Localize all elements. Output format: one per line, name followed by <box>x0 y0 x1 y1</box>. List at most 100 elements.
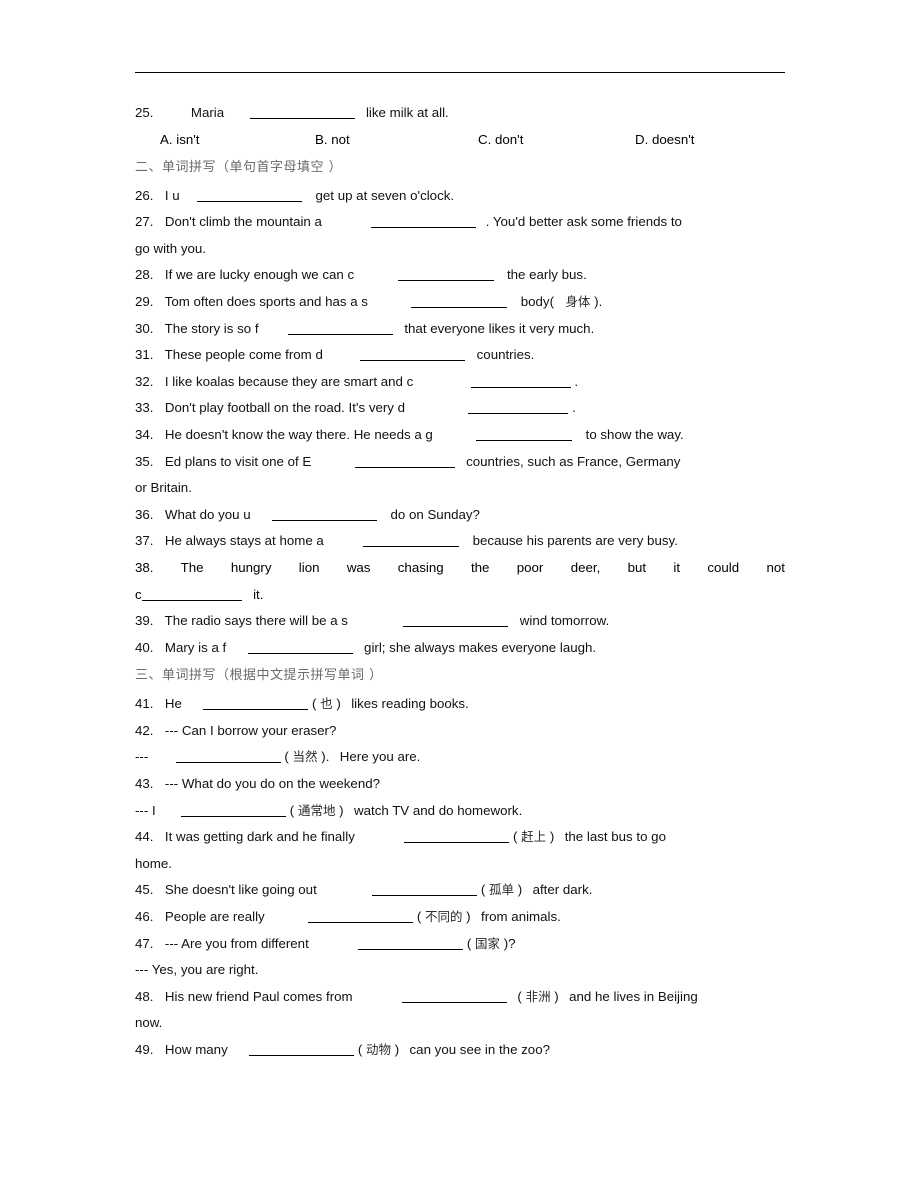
question-49: 49. How many ( 动物 ) can you see in the z… <box>135 1037 785 1064</box>
question-text-after: can you see in the zoo? <box>409 1042 550 1057</box>
question-43-prompt: 43. --- What do you do on the weekend? <box>135 771 785 798</box>
question-text-after-hint: ). <box>594 293 603 309</box>
q38-word: could <box>707 559 740 575</box>
question-text-before: He always stays at home a <box>164 533 324 549</box>
answer-blank[interactable] <box>372 882 478 897</box>
chinese-hint: 赶上 <box>521 829 547 845</box>
answer-prefix: --- <box>135 749 149 765</box>
worksheet-content: 25. Maria like milk at all. A. isn't B. … <box>135 100 785 1064</box>
answer-blank[interactable] <box>287 321 393 335</box>
question-number: 48. <box>135 988 154 1004</box>
q38-word: it <box>673 559 681 575</box>
option-d[interactable]: D. doesn't <box>635 127 694 153</box>
hint-close-paren: )? <box>503 935 516 951</box>
question-text-after: get up at seven o'clock. <box>315 187 455 203</box>
question-text-before: She doesn't like going out <box>164 882 317 898</box>
question-41: 41. He ( 也 ) likes reading books. <box>135 691 785 718</box>
question-text-before: What do you u <box>164 506 251 522</box>
question-text-before: The story is so f <box>164 320 259 336</box>
question-35-continuation: or Britain. <box>135 480 192 496</box>
section-heading-2: 二、单词拼写（单句首字母填空 ） <box>135 159 343 175</box>
hint-close-paren: ). <box>321 749 330 765</box>
answer-blank[interactable] <box>197 188 303 202</box>
question-47-continuation: --- Yes, you are right. <box>135 962 259 978</box>
answer-blank[interactable] <box>403 613 509 628</box>
answer-blank[interactable] <box>476 427 573 441</box>
question-text-before: People are really <box>164 909 265 925</box>
answer-blank[interactable] <box>468 400 569 415</box>
answer-blank[interactable] <box>141 587 242 601</box>
question-25-number: 25. <box>135 105 154 120</box>
hint-open-paren: ( <box>312 696 317 712</box>
question-number: 49. <box>135 1042 154 1057</box>
question-text-after: . <box>572 400 576 416</box>
hint-close-paren: ) <box>549 829 555 845</box>
question-text-before: The radio says there will be a s <box>164 613 348 629</box>
question-number: 32. <box>135 373 154 389</box>
answer-blank[interactable] <box>404 829 510 844</box>
q38-word: lion <box>298 559 320 575</box>
answer-blank[interactable] <box>249 1042 355 1056</box>
question-text-before: These people come from d <box>164 347 323 363</box>
question-number: 26. <box>135 187 154 203</box>
chinese-hint: 当然 <box>292 749 318 765</box>
question-text-after: Here you are. <box>339 749 421 765</box>
question-47: 47. --- Are you from different ( 国家 )? <box>135 931 785 958</box>
question-43-answer: --- I ( 通常地 ) watch TV and do homework. <box>135 798 785 825</box>
answer-blank[interactable] <box>203 696 309 711</box>
hint-close-paren: ) <box>339 802 344 818</box>
question-48: 48. His new friend Paul comes from ( 非洲 … <box>135 984 785 1011</box>
answer-blank[interactable] <box>247 640 353 654</box>
answer-blank[interactable] <box>181 803 287 817</box>
q38-word: poor <box>516 559 544 575</box>
answer-blank[interactable] <box>175 749 281 764</box>
option-c[interactable]: C. don't <box>478 127 523 153</box>
question-text-before: --- Are you from different <box>164 935 309 951</box>
hint-open-paren: ( <box>466 935 472 951</box>
question-number: 35. <box>135 453 154 469</box>
question-44: 44. It was getting dark and he finally (… <box>135 824 785 851</box>
chinese-hint: 国家 <box>475 935 501 951</box>
question-text-before: c <box>135 586 142 602</box>
question-number: 30. <box>135 320 154 336</box>
question-text-after: the early bus. <box>506 267 587 283</box>
question-text-before: His new friend Paul comes from <box>164 988 353 1004</box>
question-38-continuation: c it. <box>135 582 785 609</box>
question-25-options: A. isn't B. not C. don't D. doesn't <box>135 127 785 153</box>
answer-blank[interactable] <box>360 347 466 362</box>
question-number: 29. <box>135 293 154 309</box>
answer-blank[interactable] <box>363 533 460 548</box>
answer-blank[interactable] <box>371 214 477 229</box>
q38-word: not <box>766 559 785 575</box>
question-number: 40. <box>135 639 154 655</box>
hint-open-paren: ( <box>517 988 522 1004</box>
question-text-after: countries, such as France, Germany <box>466 453 681 469</box>
q38-word: was <box>346 559 371 575</box>
answer-blank[interactable] <box>402 989 508 1003</box>
question-text-after: after dark. <box>532 882 593 898</box>
question-text-after: to show the way. <box>585 426 684 442</box>
chinese-hint: 孤单 <box>489 882 515 898</box>
question-text-before: Mary is a f <box>164 639 227 655</box>
answer-blank[interactable] <box>272 507 378 521</box>
question-28: 28. If we are lucky enough we can c the … <box>135 262 785 289</box>
question-text-after: watch TV and do homework. <box>354 802 523 818</box>
question-text-before: Don't play football on the road. It's ve… <box>164 400 406 416</box>
question-text-after: wind tomorrow. <box>519 613 610 629</box>
answer-blank[interactable] <box>358 936 464 950</box>
answer-blank[interactable] <box>354 454 455 468</box>
answer-blank[interactable] <box>397 267 494 282</box>
worksheet-page: 25. Maria like milk at all. A. isn't B. … <box>0 0 920 1192</box>
hint-open-paren: ( <box>357 1042 363 1057</box>
answer-blank[interactable] <box>249 105 355 119</box>
question-37: 37. He always stays at home a because hi… <box>135 528 785 555</box>
question-number: 27. <box>135 214 154 230</box>
question-text-before: Don't climb the mountain a <box>164 214 322 230</box>
answer-blank[interactable] <box>411 294 508 308</box>
question-text-before: He <box>164 696 182 712</box>
hint-open-paren: ( <box>512 829 518 845</box>
option-a[interactable]: A. isn't <box>160 127 200 153</box>
answer-blank[interactable] <box>470 374 571 388</box>
answer-blank[interactable] <box>308 909 414 924</box>
option-b[interactable]: B. not <box>315 127 350 153</box>
